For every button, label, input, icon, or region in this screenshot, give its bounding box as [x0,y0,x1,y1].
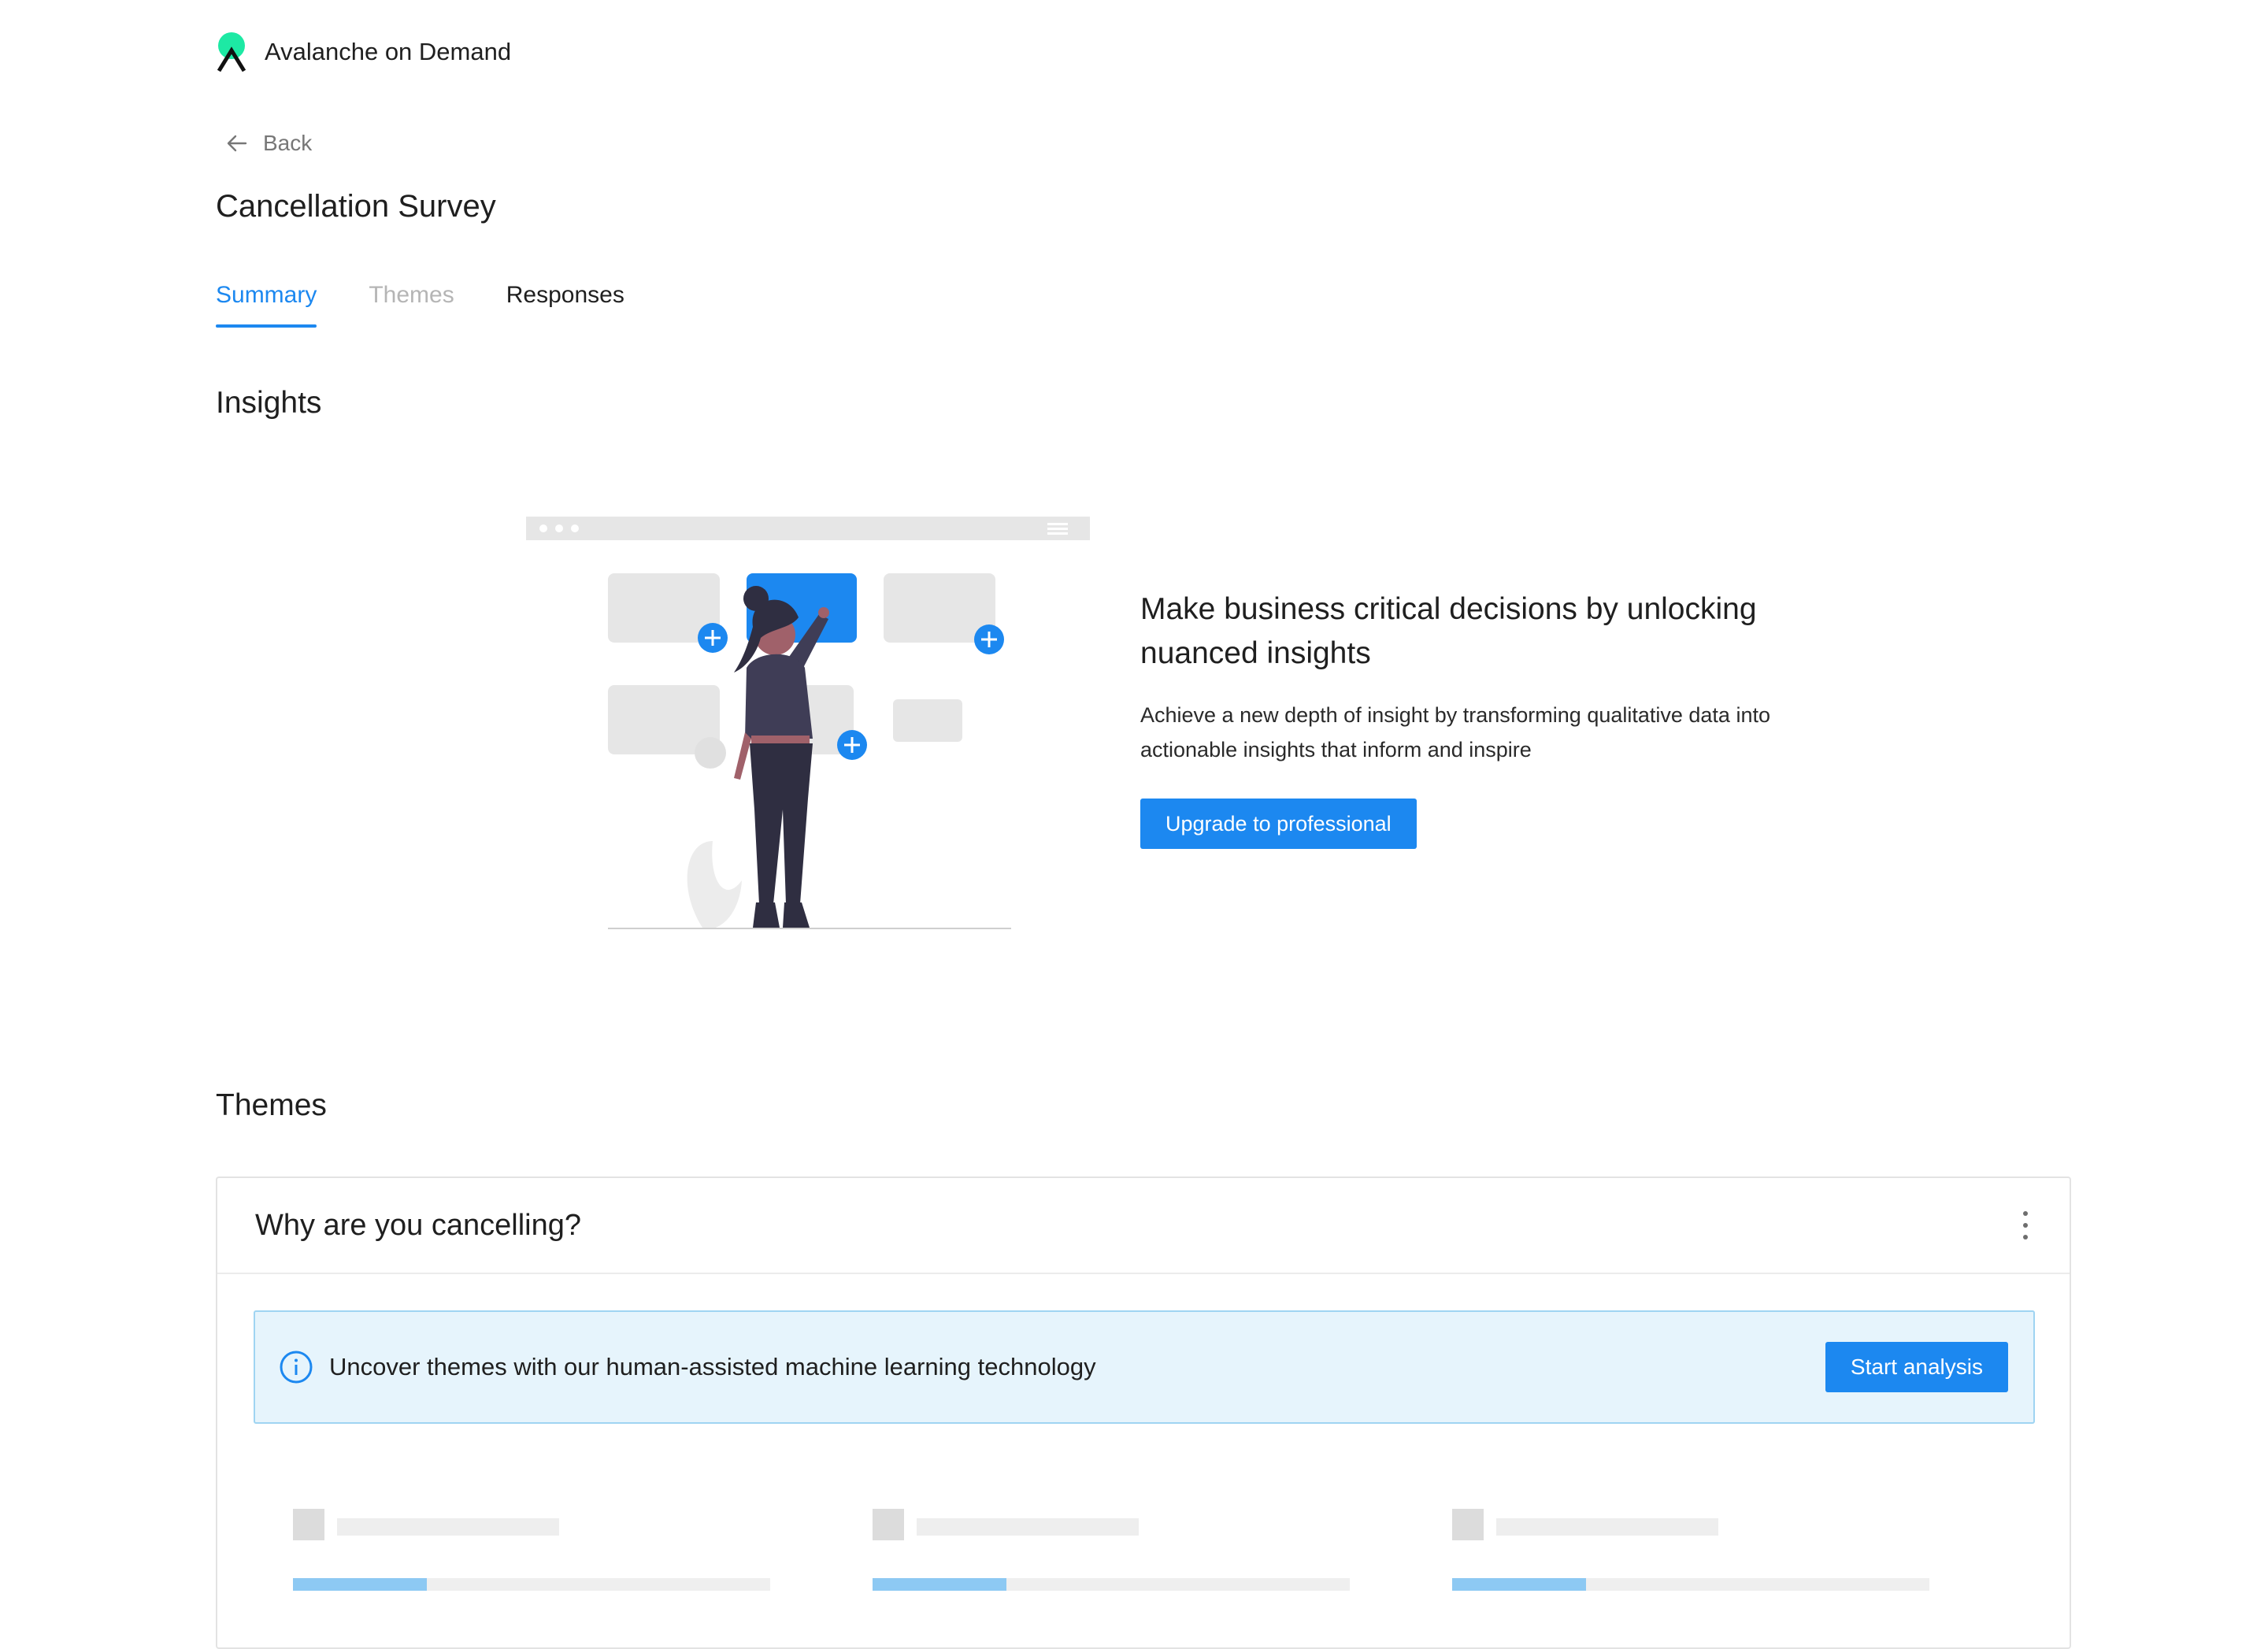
start-analysis-button[interactable]: Start analysis [1825,1342,2008,1392]
promo-text: Achieve a new depth of insight by transf… [1140,703,1770,762]
tab-bar: Summary Themes Responses [216,280,676,328]
skeleton-bar-fill [1452,1578,1586,1591]
question-title: Why are you cancelling? [255,1208,581,1242]
back-link[interactable]: Back [225,131,312,156]
theme-card: Why are you cancelling? Uncover themes w… [216,1177,2071,1649]
tab-responses[interactable]: Responses [506,280,624,328]
logo-icon [217,32,246,72]
tab-summary[interactable]: Summary [216,280,317,328]
tab-themes[interactable]: Themes [369,280,454,328]
skeleton-square [873,1509,904,1540]
skeleton-line [337,1518,559,1536]
skeleton-theme [1452,1509,1929,1603]
more-options-icon[interactable] [2018,1206,2033,1244]
back-label: Back [263,131,313,155]
upgrade-promo: Make business critical decisions by unlo… [1140,587,1802,849]
page-title: Cancellation Survey [216,189,496,224]
skeleton-line [917,1518,1139,1536]
skeleton-bar [1452,1578,1929,1591]
app-header: Avalanche on Demand [214,30,511,74]
arrow-left-icon [227,135,247,152]
skeleton-line [1496,1518,1718,1536]
banner-text: Uncover themes with our human-assisted m… [329,1353,1096,1380]
skeleton-bar [293,1578,770,1591]
skeleton-square [1452,1509,1484,1540]
skeleton-theme [293,1509,770,1603]
info-banner: Uncover themes with our human-assisted m… [254,1310,2035,1424]
insights-illustration [526,517,1090,929]
skeleton-bar-fill [873,1578,1006,1591]
app-title: Avalanche on Demand [265,38,512,65]
skeleton-bar-fill [293,1578,427,1591]
insights-heading: Insights [216,386,322,420]
upgrade-button[interactable]: Upgrade to professional [1140,799,1417,849]
themes-heading: Themes [216,1088,327,1122]
skeleton-bar [873,1578,1350,1591]
promo-title: Make business critical decisions by unlo… [1140,592,1757,670]
skeleton-square [293,1509,324,1540]
skeleton-theme [873,1509,1350,1603]
card-header: Why are you cancelling? [217,1178,2070,1274]
info-icon [280,1351,313,1384]
